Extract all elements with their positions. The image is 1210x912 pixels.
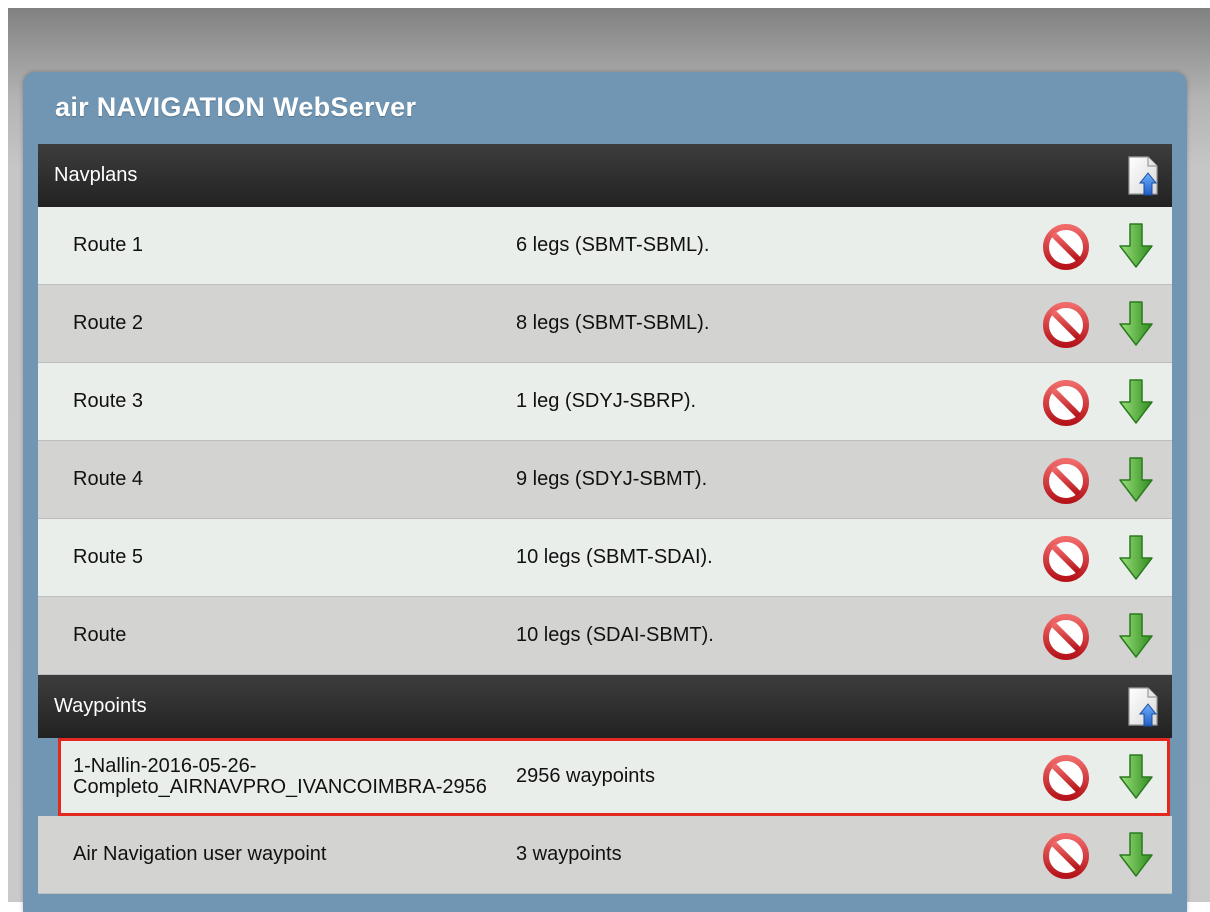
download-arrow-icon[interactable]	[1117, 300, 1155, 348]
navplans-header-label: Navplans	[54, 164, 138, 186]
download-arrow-icon[interactable]	[1117, 378, 1155, 426]
download-arrow-icon[interactable]	[1117, 753, 1155, 801]
waypoint-name: 1-Nallin-2016-05-26-Completo_AIRNAVPRO_I…	[73, 754, 487, 798]
waypoint-desc: 3 waypoints	[516, 843, 622, 865]
navplan-desc: 10 legs (SDAI-SBMT).	[516, 624, 714, 646]
file-upload-icon[interactable]	[1126, 687, 1160, 727]
navplan-row-1[interactable]: Route 1 6 legs (SBMT-SBML).	[38, 207, 1172, 285]
navplan-desc: 8 legs (SBMT-SBML).	[516, 312, 710, 334]
download-arrow-icon[interactable]	[1117, 831, 1155, 879]
delete-icon[interactable]	[1043, 380, 1089, 426]
download-arrow-icon[interactable]	[1117, 222, 1155, 270]
download-arrow-icon[interactable]	[1117, 612, 1155, 660]
delete-icon[interactable]	[1043, 224, 1089, 270]
navplan-row-6[interactable]: Route 10 legs (SDAI-SBMT).	[38, 597, 1172, 675]
content: Navplans Route 1 6 legs (SBMT-SBML). Rou…	[38, 144, 1172, 894]
delete-icon[interactable]	[1043, 755, 1089, 801]
delete-icon[interactable]	[1043, 302, 1089, 348]
navplan-row-5[interactable]: Route 5 10 legs (SBMT-SDAI).	[38, 519, 1172, 597]
waypoints-header: Waypoints	[38, 675, 1172, 738]
navplan-desc: 6 legs (SBMT-SBML).	[516, 234, 710, 256]
file-upload-icon[interactable]	[1126, 156, 1160, 196]
download-arrow-icon[interactable]	[1117, 456, 1155, 504]
delete-icon[interactable]	[1043, 536, 1089, 582]
waypoint-row-1[interactable]: 1-Nallin-2016-05-26-Completo_AIRNAVPRO_I…	[58, 738, 1170, 816]
navplan-row-4[interactable]: Route 4 9 legs (SDYJ-SBMT).	[38, 441, 1172, 519]
app-title: air NAVIGATION WebServer	[55, 92, 417, 122]
delete-icon[interactable]	[1043, 833, 1089, 879]
waypoint-desc: 2956 waypoints	[516, 765, 655, 787]
waypoint-name: Air Navigation user waypoint	[73, 843, 327, 865]
navplan-desc: 1 leg (SDYJ-SBRP).	[516, 390, 697, 412]
navplan-desc: 9 legs (SDYJ-SBMT).	[516, 468, 708, 490]
navplan-name: Route 2	[73, 312, 144, 334]
download-arrow-icon[interactable]	[1117, 534, 1155, 582]
delete-icon[interactable]	[1043, 458, 1089, 504]
navplan-row-3[interactable]: Route 3 1 leg (SDYJ-SBRP).	[38, 363, 1172, 441]
navplan-name: Route 5	[73, 546, 144, 568]
waypoint-row-2[interactable]: Air Navigation user waypoint 3 waypoints	[38, 816, 1172, 894]
navplan-row-2[interactable]: Route 2 8 legs (SBMT-SBML).	[38, 285, 1172, 363]
navplan-name: Route 3	[73, 390, 144, 412]
navplan-name: Route 4	[73, 468, 144, 490]
navplan-name: Route 1	[73, 234, 144, 256]
navplan-desc: 10 legs (SBMT-SDAI).	[516, 546, 713, 568]
delete-icon[interactable]	[1043, 614, 1089, 660]
navplans-header: Navplans	[38, 144, 1172, 207]
main-panel: air NAVIGATION WebServer Navplans Route …	[23, 72, 1187, 912]
navplan-name: Route	[73, 624, 127, 646]
waypoints-header-label: Waypoints	[54, 695, 147, 717]
